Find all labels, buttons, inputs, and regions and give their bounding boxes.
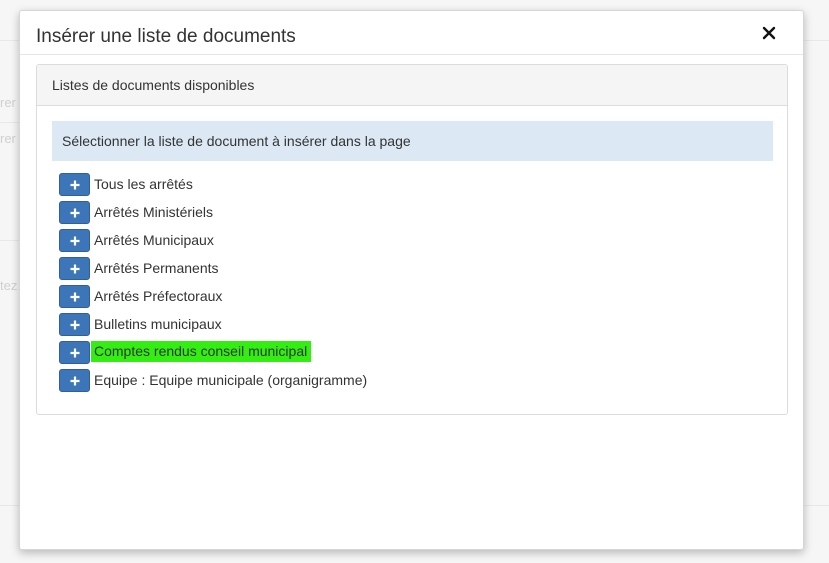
instruction-box: Sélectionner la liste de document à insé…: [52, 121, 773, 161]
document-list-label: Arrêtés Permanents: [94, 260, 219, 276]
add-document-list-button[interactable]: [59, 257, 90, 280]
add-document-list-button[interactable]: [59, 313, 90, 336]
background-text-fragment: rer: [0, 95, 16, 110]
plus-icon: [70, 348, 80, 358]
add-document-list-button[interactable]: [59, 173, 90, 196]
add-document-list-button[interactable]: [59, 341, 90, 364]
insert-document-list-modal: Insérer une liste de documents Listes de…: [19, 10, 804, 550]
plus-icon: [70, 292, 80, 302]
panel-heading: Listes de documents disponibles: [37, 65, 787, 106]
plus-icon: [70, 320, 80, 330]
document-list-label: Tous les arrêtés: [94, 176, 193, 192]
add-document-list-button[interactable]: [59, 369, 90, 392]
document-list-label: Arrêtés Ministériels: [94, 204, 214, 220]
close-icon: [762, 26, 776, 40]
document-list-label-highlighted: Comptes rendus conseil municipal: [91, 341, 312, 362]
background-text-fragment: rer: [0, 131, 16, 146]
modal-title: Insérer une liste de documents: [36, 26, 296, 47]
plus-icon: [70, 208, 80, 218]
add-document-list-button[interactable]: [59, 229, 90, 252]
plus-icon: [70, 376, 80, 386]
background-text-fragment: tez: [0, 278, 18, 293]
close-button[interactable]: [761, 25, 777, 41]
document-list-label: Arrêtés Préfectoraux: [94, 288, 223, 304]
add-document-list-button[interactable]: [59, 201, 90, 224]
document-list-label: Equipe : Equipe municipale (organigramme…: [94, 372, 368, 388]
plus-icon: [70, 264, 80, 274]
document-list-label: Bulletins municipaux: [94, 316, 222, 332]
plus-icon: [70, 236, 80, 246]
plus-icon: [70, 180, 80, 190]
add-document-list-button[interactable]: [59, 285, 90, 308]
document-list-label: Arrêtés Municipaux: [94, 232, 214, 248]
modal-header: Insérer une liste de documents: [20, 11, 803, 55]
document-lists-panel: Listes de documents disponibles Sélectio…: [36, 64, 788, 415]
